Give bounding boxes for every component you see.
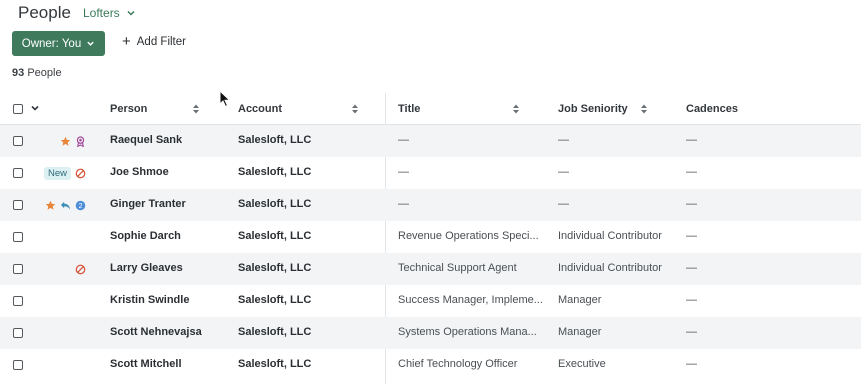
add-filter-label: Add Filter	[136, 36, 186, 48]
account-name[interactable]: Salesloft, LLC	[238, 166, 311, 178]
cadences-value: —	[686, 198, 697, 210]
do-not-contact-icon[interactable]	[75, 264, 86, 275]
person-name[interactable]: Larry Gleaves	[110, 262, 183, 274]
cadences-value: —	[686, 326, 697, 338]
add-filter-button[interactable]: + Add Filter	[122, 33, 186, 50]
header-title[interactable]: Title	[398, 103, 420, 115]
row-icons	[40, 262, 86, 276]
row-checkbox[interactable]	[13, 360, 23, 370]
person-name[interactable]: Ginger Tranter	[110, 198, 186, 210]
count-label: People	[27, 67, 62, 79]
list-selector[interactable]: Lofters	[83, 6, 136, 20]
table-row[interactable]: Scott Nehnevajsa Salesloft, LLC Systems …	[0, 317, 861, 349]
sort-icon[interactable]	[192, 103, 200, 115]
job-seniority: —	[558, 166, 569, 178]
table-header: Person Account Title Job Seniority Caden…	[0, 93, 861, 125]
person-title: —	[398, 134, 409, 146]
person-title: Success Manager, Impleme...	[398, 294, 543, 306]
sort-icon[interactable]	[351, 103, 359, 115]
row-checkbox[interactable]	[13, 200, 23, 210]
job-seniority: Individual Contributor	[558, 262, 662, 274]
cadences-value: —	[686, 262, 697, 274]
person-title: —	[398, 166, 409, 178]
account-name[interactable]: Salesloft, LLC	[238, 358, 311, 370]
person-title: Technical Support Agent	[398, 262, 517, 274]
header-person[interactable]: Person	[110, 103, 147, 115]
cadences-value: —	[686, 166, 697, 178]
do-not-contact-icon[interactable]	[75, 168, 86, 179]
row-checkbox[interactable]	[13, 296, 23, 306]
account-name[interactable]: Salesloft, LLC	[238, 134, 311, 146]
award-icon[interactable]	[75, 135, 86, 147]
chevron-down-icon	[127, 10, 135, 16]
owner-filter-button[interactable]: Owner: You	[12, 31, 105, 56]
table-body: Raequel Sank Salesloft, LLC — — — New Jo…	[0, 125, 861, 381]
row-checkbox[interactable]	[13, 168, 23, 178]
reply-icon[interactable]	[60, 200, 71, 211]
person-title: Revenue Operations Speci...	[398, 230, 539, 242]
row-checkbox[interactable]	[13, 264, 23, 274]
header-cadences[interactable]: Cadences	[686, 103, 738, 115]
person-name[interactable]: Sophie Darch	[110, 230, 181, 242]
chevron-down-icon[interactable]	[30, 103, 40, 113]
row-icons: New	[40, 166, 86, 180]
account-name[interactable]: Salesloft, LLC	[238, 294, 311, 306]
person-title: —	[398, 198, 409, 210]
row-icons: 2	[40, 198, 86, 212]
person-name[interactable]: Raequel Sank	[110, 134, 182, 146]
cadences-value: —	[686, 134, 697, 146]
row-checkbox[interactable]	[13, 136, 23, 146]
row-icons	[40, 134, 86, 148]
table-row[interactable]: Kristin Swindle Salesloft, LLC Success M…	[0, 285, 861, 317]
chevron-down-icon	[87, 41, 94, 46]
person-name[interactable]: Kristin Swindle	[110, 294, 189, 306]
row-checkbox[interactable]	[13, 328, 23, 338]
table-row[interactable]: Sophie Darch Salesloft, LLC Revenue Oper…	[0, 221, 861, 253]
job-seniority: Manager	[558, 294, 602, 306]
table-row[interactable]: New Joe Shmoe Salesloft, LLC — — —	[0, 157, 861, 189]
count-value: 93	[12, 67, 25, 79]
table-row[interactable]: Raequel Sank Salesloft, LLC — — —	[0, 125, 861, 157]
person-name[interactable]: Joe Shmoe	[110, 166, 169, 178]
star-icon[interactable]	[60, 136, 71, 147]
header-account[interactable]: Account	[238, 103, 282, 115]
people-count: 93 People	[12, 67, 62, 79]
select-all-checkbox[interactable]	[13, 104, 23, 114]
cadences-value: —	[686, 294, 697, 306]
header-job-seniority[interactable]: Job Seniority	[558, 103, 628, 115]
person-name[interactable]: Scott Nehnevajsa	[110, 326, 202, 338]
person-title: Chief Technology Officer	[398, 358, 518, 370]
sort-icon[interactable]	[640, 103, 648, 115]
mouse-cursor-icon	[219, 90, 231, 108]
job-seniority: Individual Contributor	[558, 230, 662, 242]
number-badge-icon[interactable]: 2	[75, 200, 86, 211]
person-name[interactable]: Scott Mitchell	[110, 358, 182, 370]
people-table: Person Account Title Job Seniority Caden…	[0, 93, 861, 381]
table-row[interactable]: 2 Ginger Tranter Salesloft, LLC — — —	[0, 189, 861, 221]
row-checkbox[interactable]	[13, 232, 23, 242]
account-name[interactable]: Salesloft, LLC	[238, 230, 311, 242]
job-seniority: Executive	[558, 358, 606, 370]
plus-icon: +	[122, 33, 131, 50]
job-seniority: —	[558, 198, 569, 210]
star-icon[interactable]	[45, 200, 56, 211]
page-title: People	[18, 3, 71, 22]
person-title: Systems Operations Mana...	[398, 326, 537, 338]
job-seniority: —	[558, 134, 569, 146]
cadences-value: —	[686, 358, 697, 370]
list-name: Lofters	[83, 6, 120, 20]
number-badge-value: 2	[79, 202, 83, 209]
cadences-value: —	[686, 230, 697, 242]
table-row[interactable]: Larry Gleaves Salesloft, LLC Technical S…	[0, 253, 861, 285]
owner-filter-label: Owner: You	[21, 37, 82, 50]
new-badge: New	[43, 166, 71, 180]
account-name[interactable]: Salesloft, LLC	[238, 262, 311, 274]
table-row[interactable]: Scott Mitchell Salesloft, LLC Chief Tech…	[0, 349, 861, 381]
sort-icon[interactable]	[512, 103, 520, 115]
account-name[interactable]: Salesloft, LLC	[238, 326, 311, 338]
account-name[interactable]: Salesloft, LLC	[238, 198, 311, 210]
job-seniority: Manager	[558, 326, 602, 338]
